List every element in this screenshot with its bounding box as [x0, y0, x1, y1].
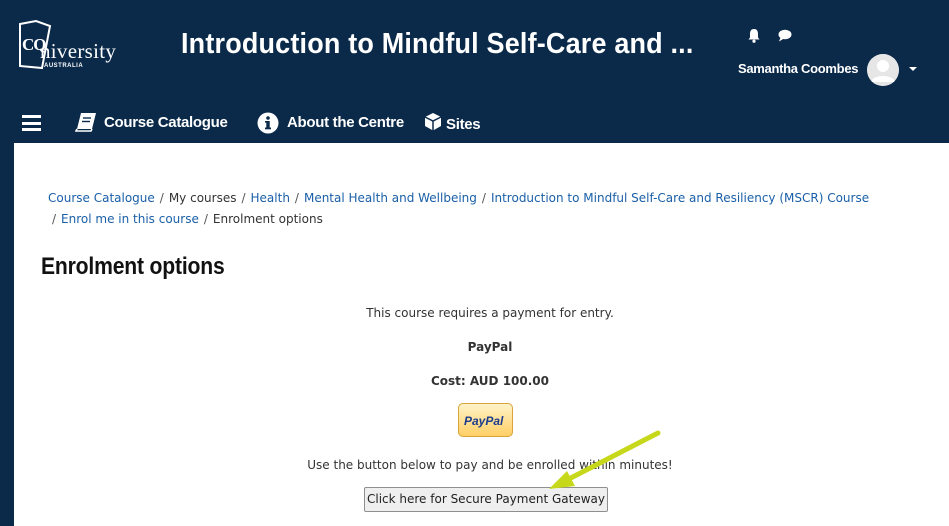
bell-icon[interactable]	[747, 28, 761, 48]
breadcrumb-item-course-catalogue[interactable]: Course Catalogue	[48, 191, 155, 205]
course-title: Introduction to Mindful Self-Care and ..…	[181, 28, 694, 60]
main-navigation: Course Catalogue About the Centre Sites	[0, 104, 949, 142]
nav-item-label: About the Centre	[287, 114, 404, 131]
breadcrumb-item-course[interactable]: Introduction to Mindful Self-Care and Re…	[491, 191, 869, 205]
breadcrumb-separator: /	[52, 212, 57, 226]
paypal-logo-button[interactable]: PayPal	[458, 403, 513, 437]
course-cost: Cost: AUD 100.00	[430, 374, 549, 388]
breadcrumb-separator: /	[294, 191, 299, 205]
paypal-logo-text: PayPal	[464, 414, 504, 428]
info-icon	[257, 112, 279, 138]
breadcrumb-item-my-courses: My courses	[168, 191, 237, 205]
payment-method-label: PayPal	[467, 340, 513, 354]
payment-required-text: This course requires a payment for entry…	[366, 306, 614, 320]
breadcrumb-separator: /	[481, 191, 486, 205]
hamburger-menu-icon[interactable]	[22, 115, 41, 131]
chat-icon[interactable]	[778, 29, 792, 47]
page-title: Enrolment options	[41, 253, 225, 280]
nav-item-label: Course Catalogue	[104, 114, 228, 131]
user-name[interactable]: Samantha Coombes	[738, 61, 858, 76]
breadcrumb-item-current: Enrolment options	[212, 212, 323, 226]
breadcrumb-separator: /	[203, 212, 208, 226]
breadcrumb-item-enrol[interactable]: Enrol me in this course	[61, 212, 199, 226]
breadcrumb-item-mental-health[interactable]: Mental Health and Wellbeing	[304, 191, 477, 205]
breadcrumb: Course Catalogue / My courses / Health / Menta…	[48, 188, 928, 230]
cube-icon	[424, 112, 442, 136]
avatar[interactable]	[867, 54, 899, 86]
breadcrumb-separator: /	[159, 191, 164, 205]
breadcrumb-separator: /	[241, 191, 246, 205]
left-border-strip	[0, 143, 14, 526]
cquniversity-logo[interactable]: CQ niversity AUSTRALIA	[18, 20, 140, 72]
breadcrumb-item-health[interactable]: Health	[251, 191, 290, 205]
annotation-arrow-icon	[549, 430, 661, 489]
caret-down-icon[interactable]	[909, 67, 917, 71]
book-icon	[74, 112, 97, 136]
header-bar: CQ niversity AUSTRALIA Introduction to M…	[0, 0, 949, 143]
nav-item-label: Sites	[446, 116, 481, 133]
